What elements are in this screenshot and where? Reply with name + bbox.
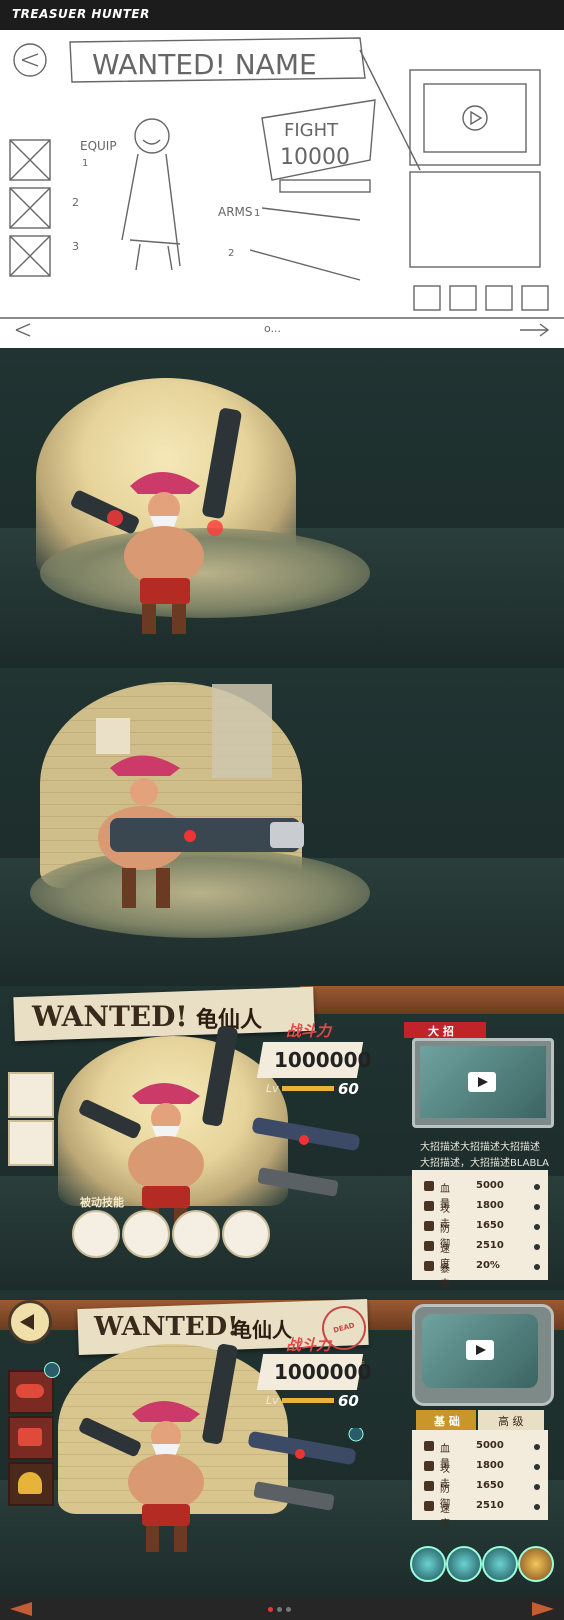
skill-icon-2[interactable] bbox=[446, 1546, 482, 1582]
sketch-num2: 2 bbox=[72, 196, 79, 209]
wireframe-sketch: WANTED! NAME EQUIP 1 2 3 FIGHT 10000 ARM… bbox=[0, 30, 564, 348]
tab-basic-label: 基 础 bbox=[434, 1415, 460, 1428]
fight-value: 1000000 bbox=[274, 1360, 372, 1384]
app-title: TREASUER HUNTER bbox=[12, 7, 150, 21]
fist-icon bbox=[424, 1201, 434, 1211]
sketch-arms: ARMS bbox=[218, 205, 253, 219]
sketch-arms2: 2 bbox=[228, 248, 234, 259]
next-arrow-icon[interactable] bbox=[532, 1602, 554, 1616]
lv-value: 60 bbox=[338, 1080, 359, 1098]
fist-icon bbox=[424, 1461, 434, 1471]
hero-character-aiming bbox=[98, 755, 304, 908]
weapon-icons bbox=[252, 1117, 360, 1197]
back-button[interactable] bbox=[8, 1300, 52, 1344]
hero-character bbox=[79, 1344, 238, 1552]
shield-icon bbox=[424, 1481, 434, 1491]
back-icon-sketch bbox=[13, 43, 47, 77]
play-icon[interactable] bbox=[466, 1340, 494, 1360]
equip-slot-2[interactable] bbox=[8, 1416, 54, 1460]
sketch-pager: o... bbox=[264, 322, 281, 335]
wood-plank bbox=[300, 986, 564, 1014]
runner-icon bbox=[424, 1241, 434, 1251]
fight-label: 战斗力 bbox=[286, 1022, 332, 1040]
ult-tag-label: 大 招 bbox=[428, 1025, 454, 1038]
passive-skill-slot-3[interactable] bbox=[172, 1210, 220, 1258]
passive-skill-label: 被动技能 bbox=[80, 1196, 124, 1209]
title-bar: TREASUER HUNTER bbox=[0, 0, 564, 30]
weapon-1-icon bbox=[252, 1117, 360, 1151]
helmet-icon bbox=[18, 1472, 42, 1494]
lv-progress-bar bbox=[282, 1398, 334, 1403]
skill-icon-4[interactable] bbox=[518, 1546, 554, 1582]
back-arrow-icon bbox=[20, 1314, 34, 1330]
weapon-icons bbox=[248, 1428, 364, 1511]
bottom-nav-bar bbox=[0, 1598, 564, 1620]
tab-advanced-label: 高 级 bbox=[498, 1415, 524, 1428]
passive-skill-slot-4[interactable] bbox=[222, 1210, 270, 1258]
equip-slot-1[interactable] bbox=[8, 1072, 54, 1118]
weapon-2-icon bbox=[257, 1167, 339, 1197]
hero-name: 龟仙人 bbox=[232, 1318, 292, 1342]
pager-dot-active[interactable] bbox=[268, 1607, 273, 1612]
tab-basic[interactable]: 基 础 bbox=[416, 1410, 476, 1430]
lv-value: 60 bbox=[338, 1392, 359, 1410]
runner-icon bbox=[424, 1501, 434, 1511]
swap-icon[interactable] bbox=[44, 1362, 60, 1378]
heart-icon bbox=[424, 1441, 434, 1451]
weapon-1-icon bbox=[248, 1431, 356, 1465]
lv-progress-bar bbox=[282, 1086, 334, 1091]
fight-label: 战斗力 bbox=[286, 1336, 332, 1354]
sketch-equip-num: 1 bbox=[82, 158, 88, 169]
ult-desc-line2: 大招描述，大招描述BLABLA bbox=[420, 1158, 550, 1169]
equip-slot-3[interactable] bbox=[8, 1462, 54, 1506]
passive-skill-slot-1[interactable] bbox=[72, 1210, 120, 1258]
equip-slot-2[interactable] bbox=[8, 1120, 54, 1166]
sketch-fight: FIGHT bbox=[284, 120, 339, 141]
sketch-fight-value: 10000 bbox=[280, 145, 350, 170]
flame-icon bbox=[424, 1261, 434, 1271]
sketch-drawing: WANTED! NAME EQUIP 1 2 3 FIGHT 10000 ARM… bbox=[0, 37, 564, 337]
hero-character bbox=[71, 408, 242, 634]
lv-label: Lv bbox=[266, 1394, 279, 1407]
scene-hero-idle bbox=[0, 348, 564, 668]
sketch-arms1: 1 bbox=[254, 208, 260, 219]
character-panel-v2: WANTED! 龟仙人 DEAD ALIVE 战斗力 1000000 Lv 60… bbox=[0, 1290, 564, 1598]
medkit-icon bbox=[18, 1428, 42, 1446]
scene-hero-aim bbox=[0, 668, 564, 986]
tab-advanced[interactable]: 高 级 bbox=[478, 1410, 544, 1430]
lv-label: Lv bbox=[266, 1082, 279, 1095]
character-panel-v1: WANTED! 龟仙人 战斗力 1000000 Lv 60 被动技能 大 招 大… bbox=[0, 986, 564, 1290]
passive-skill-slot-2[interactable] bbox=[122, 1210, 170, 1258]
stats-card: 血量 5000 攻击 1800 防御 1650 速度 2510 bbox=[412, 1430, 548, 1530]
sketch-num3: 3 bbox=[72, 240, 79, 253]
rocket-icon bbox=[16, 1384, 44, 1398]
ult-desc-line1: 大招描述大招描述大招描述 bbox=[420, 1142, 540, 1153]
skill-icon-1[interactable] bbox=[410, 1546, 446, 1582]
stats-card: 血量 5000 攻击 1800 防御 1650 速度 2510 暴击 20% bbox=[412, 1170, 548, 1290]
play-icon[interactable] bbox=[468, 1072, 496, 1092]
weapon-2-icon bbox=[253, 1481, 335, 1511]
fight-value: 1000000 bbox=[274, 1048, 372, 1072]
pager-dot[interactable] bbox=[286, 1607, 291, 1612]
weapon-swap-icon bbox=[348, 1428, 364, 1442]
shield-icon bbox=[424, 1221, 434, 1231]
skill-icon-3[interactable] bbox=[482, 1546, 518, 1582]
sketch-equip: EQUIP bbox=[80, 139, 117, 153]
heart-icon bbox=[424, 1181, 434, 1191]
sketch-wanted: WANTED! NAME bbox=[92, 48, 317, 81]
prev-arrow-icon[interactable] bbox=[10, 1602, 32, 1616]
pager-dot[interactable] bbox=[277, 1607, 282, 1612]
ult-tag: 大 招 bbox=[404, 1022, 486, 1038]
wanted-text: WANTED! bbox=[94, 1312, 239, 1342]
